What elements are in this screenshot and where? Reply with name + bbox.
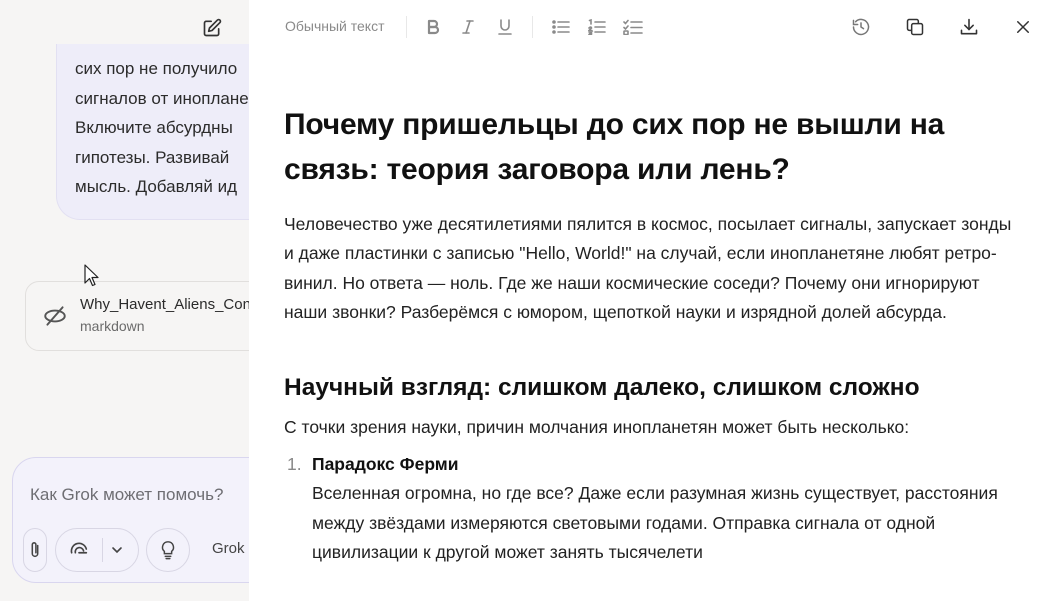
- chat-panel: сих пор не получило сигналов от иноплане…: [0, 0, 249, 601]
- numbered-list: 1. Парадокс Ферми Вселенная огромна, но …: [284, 450, 1024, 568]
- user-message-line: мысль. Добавляй ид: [75, 177, 237, 196]
- close-icon: [1017, 21, 1029, 33]
- user-message-line: сих пор не получило: [75, 59, 238, 78]
- user-message-line: Включите абсурдны: [75, 118, 233, 137]
- paperclip-icon: [31, 542, 39, 557]
- composer-placeholder[interactable]: Как Grok может помочь?: [30, 485, 223, 505]
- edit-icon: [203, 18, 222, 37]
- underline-button[interactable]: [493, 15, 517, 39]
- history-icon: [852, 18, 870, 36]
- list-item-title: Парадокс Ферми: [312, 454, 459, 475]
- user-message-bubble: сих пор не получило сигналов от иноплане…: [56, 44, 249, 220]
- document-intro: Человечество уже десятилетиями пялится в…: [284, 214, 1012, 322]
- list-item-text: Вселенная огромна, но где все? Даже если…: [312, 483, 998, 563]
- copy-button[interactable]: [903, 15, 927, 39]
- document-panel: Обычный текст Почему пришельцы до сих по…: [249, 0, 1051, 601]
- message-composer[interactable]: Как Grok может помочь? Grok 3: [12, 457, 249, 583]
- download-icon: [960, 18, 978, 35]
- download-button[interactable]: [957, 15, 981, 39]
- italic-button[interactable]: [456, 15, 480, 39]
- document-body[interactable]: Почему пришельцы до сих пор не вышли на …: [284, 102, 1024, 568]
- bold-button[interactable]: [421, 15, 445, 39]
- numbered-list-icon: [588, 19, 606, 35]
- think-button[interactable]: [146, 528, 190, 572]
- text-style-select[interactable]: Обычный текст: [285, 18, 385, 34]
- toolbar-divider: [532, 16, 533, 38]
- section-intro: С точки зрения науки, причин молчания ин…: [284, 417, 910, 438]
- italic-icon: [462, 20, 474, 34]
- section-heading: Научный взгляд: слишком далеко, слишком …: [284, 374, 920, 402]
- lightbulb-icon: [161, 541, 175, 560]
- list-item-number: 1.: [287, 454, 302, 475]
- model-selector[interactable]: Grok 3: [212, 540, 249, 557]
- bullet-list-icon: [552, 20, 570, 34]
- artifact-icon: [44, 306, 66, 326]
- deepsearch-button[interactable]: [55, 528, 139, 572]
- checklist-button[interactable]: [621, 15, 645, 39]
- deepsearch-divider: [102, 538, 103, 562]
- user-message-line: сигналов от иноплане: [75, 88, 249, 108]
- numbered-list-button[interactable]: [585, 15, 609, 39]
- artifact-file-name: Why_Havent_Aliens_Contacted_Us: [80, 296, 249, 313]
- mouse-cursor-icon: [84, 264, 99, 287]
- bold-icon: [427, 19, 440, 35]
- deepsearch-icon: [70, 542, 88, 554]
- toolbar-divider: [406, 16, 407, 38]
- bullet-list-button[interactable]: [549, 15, 573, 39]
- document-title: Почему пришельцы до сих пор не вышли на …: [284, 108, 945, 186]
- attach-button[interactable]: [23, 528, 47, 572]
- new-chat-button[interactable]: [198, 14, 226, 42]
- history-button[interactable]: [849, 15, 873, 39]
- underline-icon: [498, 19, 512, 35]
- close-button[interactable]: [1011, 15, 1035, 39]
- document-toolbar: Обычный текст: [249, 0, 1051, 54]
- artifact-file-type: markdown: [80, 318, 145, 334]
- checklist-icon: [623, 19, 643, 35]
- chevron-down-icon[interactable]: [111, 544, 123, 556]
- copy-icon: [906, 18, 924, 36]
- user-message-line: гипотезы. Развивай: [75, 147, 230, 167]
- artifact-card[interactable]: Why_Havent_Aliens_Contacted_Us markdown: [25, 281, 249, 351]
- list-item: 1. Парадокс Ферми Вселенная огромна, но …: [284, 450, 1024, 568]
